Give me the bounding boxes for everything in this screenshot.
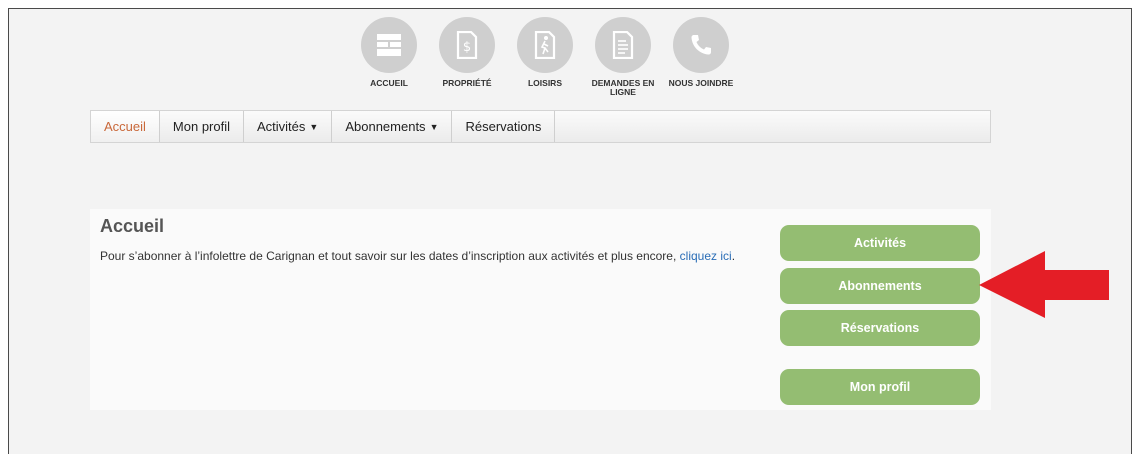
newsletter-text-end: . <box>731 249 736 263</box>
main-menu: Accueil Mon profil Activités ▼ Abonnemen… <box>90 110 991 143</box>
nav-accueil-label: ACCUEIL <box>370 78 408 88</box>
chevron-down-icon: ▼ <box>309 121 319 132</box>
menu-accueil-label: Accueil <box>104 119 146 134</box>
nav-propriete-label: PROPRIÉTÉ <box>442 78 492 88</box>
nav-loisirs-label: LOISIRS <box>527 78 562 88</box>
menu-mon-profil-label: Mon profil <box>172 119 230 134</box>
newsletter-text: Pour s’abonner à l’infolettre de Carigna… <box>100 248 760 264</box>
activites-button[interactable]: Activités <box>780 225 980 261</box>
menu-reservations[interactable]: Réservations <box>452 111 556 142</box>
menu-mon-profil[interactable]: Mon profil <box>160 111 244 142</box>
nav-demandes[interactable]: DEMANDES EN LIGNE <box>584 17 662 97</box>
menu-activites-label: Activités <box>257 119 306 134</box>
page-title: Accueil <box>100 216 165 236</box>
phone-icon <box>673 17 729 73</box>
tax-bill-icon: $ <box>439 17 495 73</box>
red-arrow-icon <box>979 251 1109 318</box>
newsletter-text-body: Pour s’abonner à l’infolettre de Carigna… <box>100 249 680 263</box>
abonnements-button[interactable]: Abonnements <box>780 268 980 304</box>
runner-icon <box>517 17 573 73</box>
document-icon <box>595 17 651 73</box>
content-panel: Accueil Pour s’abonner à l’infolettre de… <box>90 209 991 410</box>
menu-activites[interactable]: Activités ▼ <box>244 111 333 142</box>
mon-profil-button[interactable]: Mon profil <box>780 369 980 405</box>
menu-accueil[interactable]: Accueil <box>91 111 160 142</box>
nav-nous-joindre-label: NOUS JOINDRE <box>668 78 734 88</box>
nav-nous-joindre[interactable]: NOUS JOINDRE <box>662 17 740 97</box>
menu-abonnements-label: Abonnements <box>345 119 426 134</box>
building-icon <box>361 17 417 73</box>
cliquez-ici-link[interactable]: cliquez ici <box>680 249 732 263</box>
svg-text:$: $ <box>463 40 471 55</box>
chevron-down-icon: ▼ <box>429 121 439 132</box>
menu-abonnements[interactable]: Abonnements ▼ <box>332 111 453 142</box>
reservations-button[interactable]: Réservations <box>780 310 980 346</box>
icon-navigation: ACCUEIL $ PROPRIÉTÉ LOISIRS DEMANDES EN … <box>350 17 740 97</box>
nav-demandes-label: DEMANDES EN LIGNE <box>591 78 655 97</box>
nav-loisirs[interactable]: LOISIRS <box>506 17 584 97</box>
nav-accueil[interactable]: ACCUEIL <box>350 17 428 97</box>
menu-reservations-label: Réservations <box>465 119 542 134</box>
nav-propriete[interactable]: $ PROPRIÉTÉ <box>428 17 506 97</box>
